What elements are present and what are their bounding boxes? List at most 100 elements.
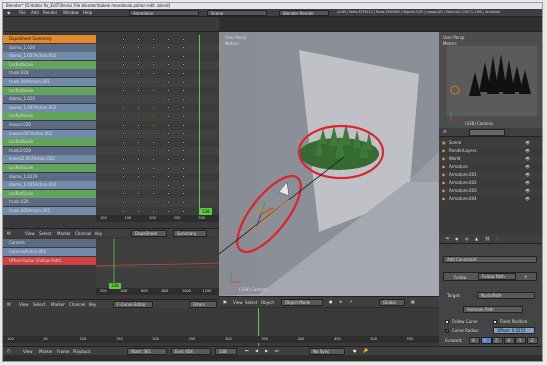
tl-menu-frame[interactable]: Frame [57,349,69,354]
dopesheet-channel[interactable]: trunk.028 [3,69,96,78]
layers-icon[interactable]: ▦ [411,300,415,304]
outliner-search-input[interactable] [469,129,505,136]
dopesheet-channel[interactable]: daima_1.005Action.002 [3,181,96,190]
pivot-icon[interactable]: ⊕ [339,300,342,304]
dopesheet-channel[interactable]: trunk.029 [3,198,96,207]
ds-summary-toggle[interactable]: Summary [173,230,207,237]
ds-mode-selector[interactable]: DopeSheet [131,230,167,237]
dopesheet-playhead[interactable] [199,35,200,215]
dopesheet-channel[interactable]: leaves2.007Action.002 [3,155,96,164]
tl-current-frame-field[interactable]: 338 [215,348,237,355]
dopesheet-channel[interactable]: LocRotScale [3,189,96,198]
dopesheet-channel[interactable]: LocRotScale [3,60,96,69]
blender-logo-icon[interactable]: ◉ [7,11,11,15]
outliner-item[interactable]: ◆ Armature.001 👁 [439,172,542,179]
keying-set-icon[interactable]: 🔑 [363,349,368,353]
camera-viewport[interactable]: User Persp Meters (338) Camera [439,32,542,128]
dopesheet-channel[interactable]: LocRotScale [3,164,96,172]
tl-end-field[interactable]: End: 454 [171,348,211,355]
render-tab-icon[interactable]: 📷 [445,237,450,241]
add-constraint-button[interactable]: Add Constraint [443,256,537,263]
play-reverse-icon[interactable]: ◀ [255,349,258,353]
dopesheet-channel[interactable]: LocRotScale [3,112,96,121]
dopesheet-channel[interactable]: trunk.009Action.001 [3,78,96,86]
fixed-position-checkbox[interactable] [493,320,497,324]
manipulator-icon[interactable]: ↗ [349,300,352,304]
ge-menu-channel[interactable]: Channel [69,302,85,307]
visibility-icon[interactable]: 👁 [525,181,530,185]
outliner-type-icon[interactable]: ☰ [443,130,447,134]
dopesheet-frame-ruler[interactable]: 100 150 200 250 300 [96,215,219,222]
tl-sync-selector[interactable]: No Sync [309,348,345,355]
outliner-item[interactable]: ◆ Armature.004 👁 [439,196,542,203]
visibility-icon[interactable]: 👁 [525,149,530,153]
forward-axis-button[interactable]: X [469,337,480,344]
data-tab-icon[interactable]: 🎥 [495,237,500,241]
animate-path-button[interactable]: Animate Path [463,306,523,313]
graph-channel[interactable]: Camera [3,239,96,247]
dopesheet-channel[interactable]: LocRotScale [3,138,96,147]
record-icon[interactable]: ● [353,349,357,353]
forward-axis-button[interactable]: -X [503,337,515,344]
ds-menu-channel[interactable]: Channel [75,231,91,236]
dopesheet-channel[interactable]: DopeSheet Summary [3,35,96,43]
menu-render[interactable]: Render [43,11,57,15]
graph-channel[interactable]: Offset Factor (Follow Path) [3,257,96,265]
dopesheet-channel[interactable]: LocRotScale [3,86,96,95]
visibility-icon[interactable]: 👁 [525,197,530,201]
viewport-shading-icon[interactable]: ● [329,300,333,304]
dopesheet-channel[interactable]: daima_1.0229 [3,172,96,181]
object-tab-icon[interactable]: ▲ [475,237,478,241]
dopesheet-keyframe-area[interactable] [96,35,219,216]
constraint-close-icon[interactable]: ✕ [524,275,527,279]
menu-file[interactable]: File [19,11,26,15]
scene-tab-icon[interactable]: ◉ [455,237,459,241]
ge-menu-select[interactable]: Select [33,302,45,307]
tl-start-field[interactable]: Start: 361 [127,348,167,355]
ds-menu-view[interactable]: View [25,231,35,236]
menu-window[interactable]: Window [63,11,79,15]
outliner-item[interactable]: ◆ Armature 👁 [439,164,542,171]
timeline-frame-ruler[interactable]: 100 50 100 150 200 250 300 350 400 450 500 550 [3,336,439,343]
outliner-item[interactable]: ◆ Armature.002 👁 [439,180,542,187]
visibility-icon[interactable]: 👁 [525,173,530,177]
ge-menu-view[interactable]: View [19,302,29,307]
visibility-icon[interactable]: 👁 [525,141,530,145]
tl-editor-type-icon[interactable]: ◴ [7,349,11,353]
ge-menu-key[interactable]: Key [89,302,96,307]
forward-axis-button[interactable]: -Z [526,337,538,344]
curve-radius-checkbox[interactable] [445,329,449,333]
outliner-item[interactable]: ◆ RenderLayers 👁 [439,148,542,155]
ds-menu-select[interactable]: Select [39,231,51,236]
outliner-item[interactable]: ◆ World 👁 [439,156,542,163]
vp-editor-type-icon[interactable]: ▣ [223,300,227,304]
dopesheet-channel[interactable]: trunk.009Action.002 [3,207,96,215]
dopesheet-channel[interactable]: daima_1.007Action.002 [3,52,96,61]
follow-curve-checkbox[interactable] [445,320,449,324]
dopesheet-channel[interactable]: daima_1.020 [3,95,96,104]
outliner-item[interactable]: ▣ Scene 👁 [439,140,542,147]
editor-type-icon[interactable]: ▤ [7,231,11,235]
visibility-icon[interactable]: 👁 [525,189,530,193]
offset-field[interactable]: Offset: 0.0255 [493,327,535,334]
world-tab-icon[interactable]: ◍ [465,237,469,241]
vp-menu-select[interactable]: Select [245,300,257,305]
menu-help[interactable]: Help [83,11,92,15]
tl-menu-playback[interactable]: Playback [73,349,91,354]
ge-menu-marker[interactable]: Marker [51,302,65,307]
menu-add[interactable]: Add [31,11,39,15]
constraint-tab-icon[interactable]: ⛓ [485,237,490,241]
vp-menu-view[interactable]: View [233,300,243,305]
render-engine-selector[interactable]: Blender Render [279,10,329,16]
graph-curve-area[interactable] [96,239,219,288]
forward-axis-button[interactable]: -Y [515,337,526,344]
ge-filters-button[interactable]: Filters [189,301,217,308]
dopesheet-channel[interactable]: daima_1.026 [3,43,96,52]
vp-orientation-selector[interactable]: Global [379,299,405,306]
play-icon[interactable]: ▶ [265,349,268,353]
vp-mode-selector[interactable]: Object Mode [281,299,323,306]
jump-end-icon[interactable]: ⏭ [275,349,279,353]
forward-axis-button[interactable]: Y [480,337,492,344]
tl-menu-marker[interactable]: Marker [39,349,53,354]
screen-selector[interactable]: Animation [129,10,199,16]
